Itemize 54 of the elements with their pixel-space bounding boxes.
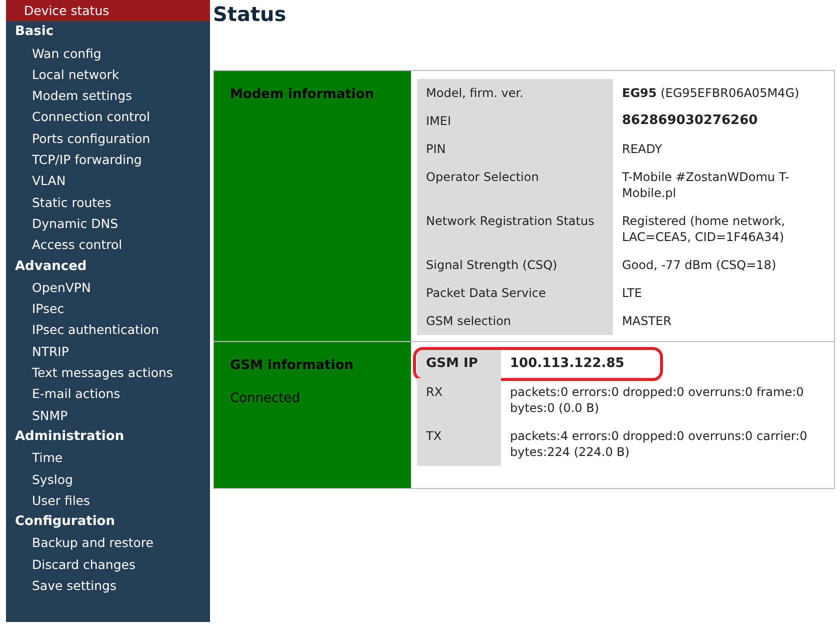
sidebar-item[interactable]: VLAN (6, 170, 210, 192)
field-value: READY (621, 141, 664, 158)
sidebar-group-title: Administration (14, 428, 126, 446)
sidebar-item[interactable]: IPsec (6, 298, 210, 320)
sidebar-item[interactable]: Save settings (6, 575, 210, 596)
field-value: packets:0 errors:0 dropped:0 overruns:0 frame:0 bytes:0 (0.0 B) (509, 384, 805, 417)
sidebar-item[interactable]: Syslog (6, 468, 210, 490)
sidebar-item[interactable]: Text messages actions (6, 362, 210, 384)
sidebar-item[interactable]: Dynamic DNS (6, 212, 210, 234)
section-title: Modem information (230, 86, 375, 104)
sidebar-item[interactable]: User files (6, 490, 210, 512)
field-value: MASTER (621, 313, 672, 330)
sidebar-item[interactable]: Static routes (6, 192, 210, 213)
sidebar-item[interactable]: Connection control (6, 106, 210, 128)
sidebar-item[interactable]: E-mail actions (6, 383, 210, 405)
sidebar-item[interactable]: Time (6, 447, 210, 469)
field-label: Signal Strength (CSQ) (417, 251, 613, 279)
field-value: 100.113.122.85 (509, 355, 626, 373)
sidebar-item[interactable]: OpenVPN (6, 276, 210, 298)
field-label: TX (417, 422, 501, 466)
page-title: Status (213, 1, 288, 27)
field-label: RX (417, 378, 501, 422)
field-value: LTE (621, 285, 643, 302)
connection-status: Connected (230, 390, 302, 408)
sidebar-item[interactable]: Modem settings (6, 85, 210, 106)
field-label: GSM IP (417, 350, 501, 378)
field-value: packets:4 errors:0 dropped:0 overruns:0 carrier:0 bytes:224 (224.0 B) (509, 428, 808, 461)
field-value: 862869030276260 (621, 112, 759, 130)
sidebar-item[interactable]: TCP/IP forwarding (6, 149, 210, 170)
sidebar-item[interactable]: Discard changes (6, 554, 210, 576)
field-label: Model, firm. ver. (417, 79, 613, 107)
section-title: GSM information (230, 357, 354, 375)
sidebar-item[interactable]: Wan config (6, 42, 210, 64)
field-label: IMEI (417, 107, 613, 135)
field-label: Network Registration Status (417, 207, 613, 251)
sidebar-item[interactable]: Local network (6, 64, 210, 86)
field-label: Packet Data Service (417, 279, 613, 307)
field-label: GSM selection (417, 307, 613, 335)
sidebar-group-title: Advanced (14, 258, 88, 276)
sidebar-item[interactable]: Access control (6, 234, 210, 256)
sidebar-item[interactable]: IPsec authentication (6, 319, 210, 341)
field-label: Operator Selection (417, 163, 613, 207)
field-label: PIN (417, 135, 613, 163)
sidebar-group-title: Basic (14, 23, 55, 42)
field-value: Registered (home network, LAC=CEA5, CID=1F46A34) (621, 213, 786, 246)
sidebar-group-title: Configuration (14, 513, 116, 532)
sidebar-item[interactable]: Ports configuration (6, 128, 210, 150)
sidebar-item[interactable]: Device status (6, 0, 210, 22)
sidebar-item[interactable]: SNMP (6, 404, 210, 426)
sidebar-item[interactable]: NTRIP (6, 340, 210, 362)
field-value: T-Mobile #ZostanWDomu T-Mobile.pl (621, 169, 790, 202)
sidebar-item[interactable]: Backup and restore (6, 532, 210, 554)
field-value: EG95 (EG95EFBR06A05M4G) (621, 85, 800, 102)
field-value: Good, -77 dBm (CSQ=18) (621, 257, 778, 274)
